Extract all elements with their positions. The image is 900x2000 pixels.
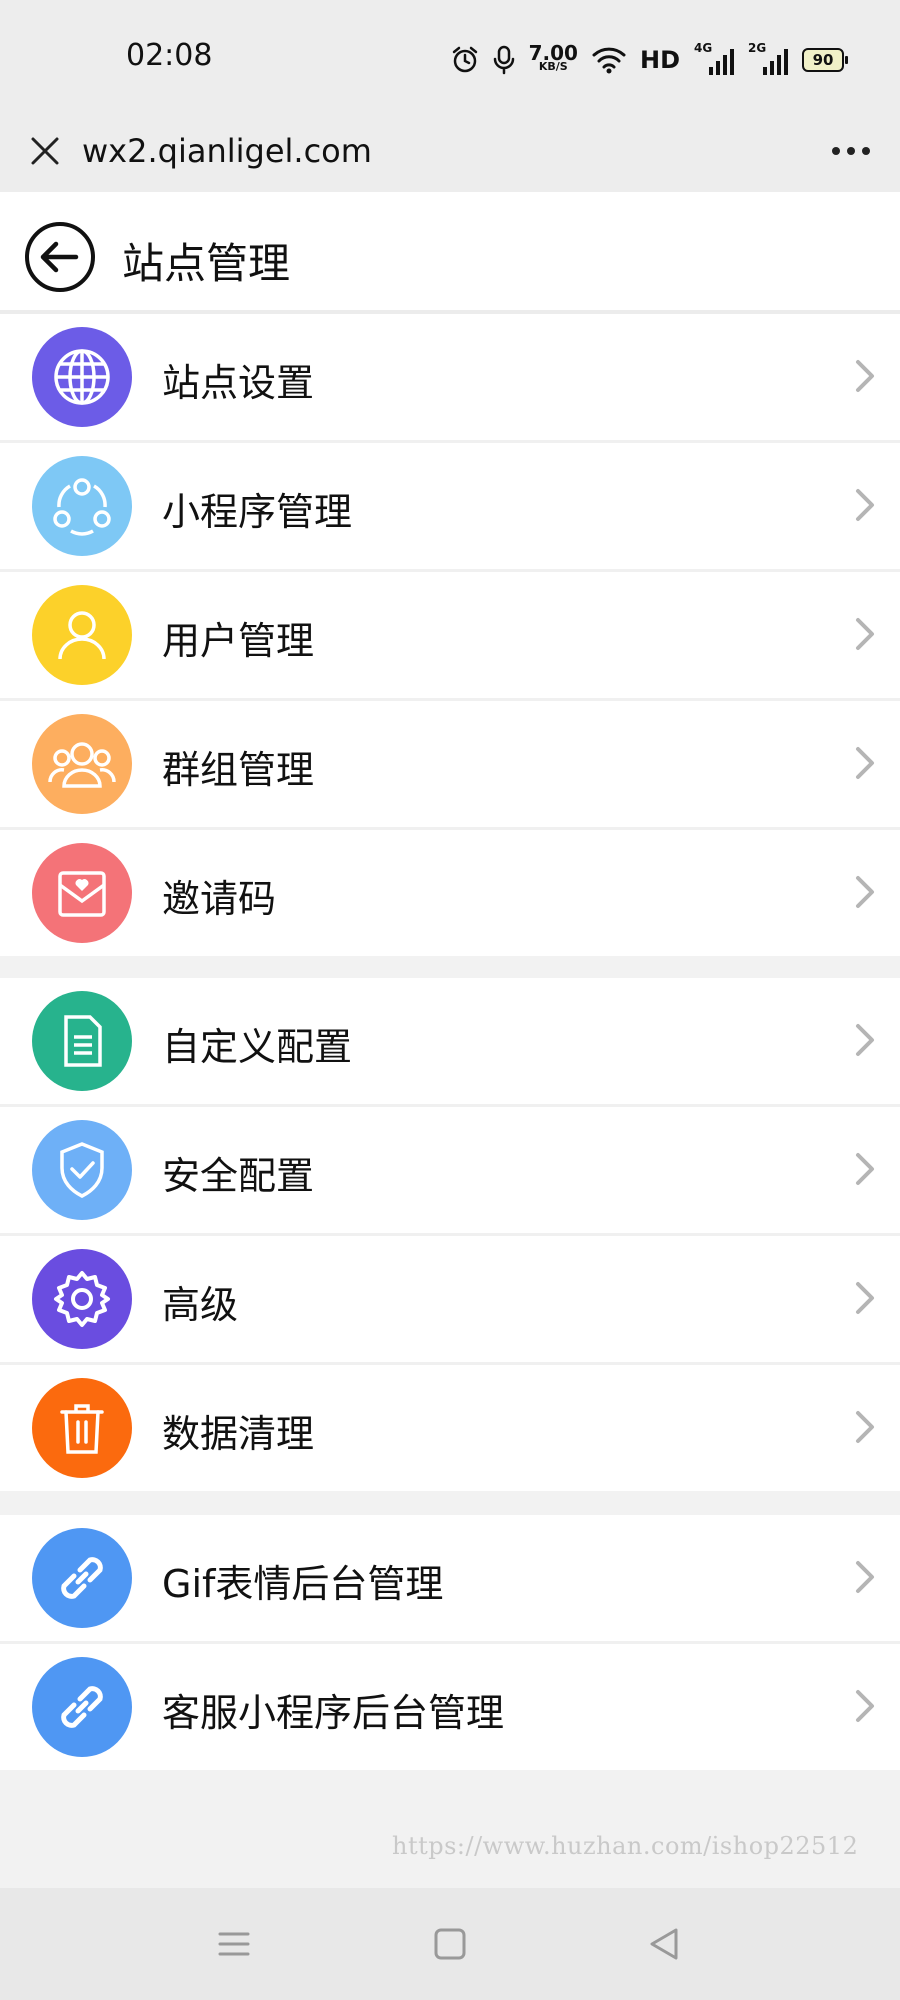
more-button[interactable] xyxy=(826,126,876,176)
chevron-right-icon xyxy=(856,360,874,392)
signal-sim2-icon: 2G xyxy=(748,41,788,75)
group-icon xyxy=(32,714,132,814)
menu-item-data-cleanup[interactable]: 数据清理 xyxy=(0,1365,900,1491)
menu-item-security-config[interactable]: 安全配置 xyxy=(0,1107,900,1236)
menu-item-label: 安全配置 xyxy=(162,1154,315,1198)
chevron-right-icon xyxy=(856,747,874,779)
menu-item-group-management[interactable]: 群组管理 xyxy=(0,701,900,830)
watermark: https://www.huzhan.com/ishop22512 xyxy=(392,1832,859,1860)
page-header: 站点管理 xyxy=(0,192,900,314)
wifi-icon xyxy=(592,47,626,74)
trash-icon xyxy=(32,1378,132,1478)
status-bar: 02:08 7.00 KB/S HD 4G 2G 90 xyxy=(0,0,900,116)
browser-bar: wx2.qianligel.com xyxy=(0,116,900,192)
envelope-heart-icon xyxy=(32,843,132,943)
menu-item-cs-miniprogram-admin[interactable]: 客服小程序后台管理 xyxy=(0,1644,900,1770)
chevron-right-icon xyxy=(856,1690,874,1722)
net-speed-value: 7.00 xyxy=(528,41,578,65)
chevron-right-icon xyxy=(856,618,874,650)
menu-item-label: 数据清理 xyxy=(162,1412,315,1456)
chevron-right-icon xyxy=(856,876,874,908)
menu-item-invite-code[interactable]: 邀请码 xyxy=(0,830,900,956)
home-square-icon[interactable] xyxy=(428,1922,472,1966)
status-time: 02:08 xyxy=(126,38,213,73)
menu-item-label: 站点设置 xyxy=(162,361,315,405)
close-icon xyxy=(31,137,59,165)
menu-group-3: Gif表情后台管理 客服小程序后台管理 xyxy=(0,1515,900,1770)
microphone-icon xyxy=(493,45,514,75)
link-icon xyxy=(32,1528,132,1628)
signal-sim1-icon: 4G xyxy=(694,41,734,75)
net-speed: 7.00 KB/S xyxy=(528,41,578,74)
menu-item-site-settings[interactable]: 站点设置 xyxy=(0,314,900,443)
menu-item-custom-config[interactable]: 自定义配置 xyxy=(0,978,900,1107)
menu-icon[interactable] xyxy=(212,1922,256,1966)
menu-item-advanced[interactable]: 高级 xyxy=(0,1236,900,1365)
user-icon xyxy=(32,585,132,685)
menu-item-miniprogram[interactable]: 小程序管理 xyxy=(0,443,900,572)
page-url: wx2.qianligel.com xyxy=(82,132,372,170)
close-button[interactable] xyxy=(20,126,70,176)
back-arrow-icon[interactable] xyxy=(24,221,96,293)
system-nav-bar xyxy=(0,1888,900,2000)
link-icon xyxy=(32,1657,132,1757)
menu-item-user-management[interactable]: 用户管理 xyxy=(0,572,900,701)
chevron-right-icon xyxy=(856,1561,874,1593)
menu-item-label: 高级 xyxy=(162,1283,239,1327)
menu-item-label: 群组管理 xyxy=(162,748,315,792)
chevron-right-icon xyxy=(856,1282,874,1314)
chevron-right-icon xyxy=(856,1153,874,1185)
document-icon xyxy=(32,991,132,1091)
net-speed-unit: KB/S xyxy=(538,60,568,73)
menu-item-label: 小程序管理 xyxy=(162,490,353,534)
menu-item-label: 客服小程序后台管理 xyxy=(162,1691,505,1735)
globe-icon xyxy=(32,327,132,427)
back-triangle-icon[interactable] xyxy=(642,1922,686,1966)
chevron-right-icon xyxy=(856,1024,874,1056)
chevron-right-icon xyxy=(856,489,874,521)
menu-item-label: 邀请码 xyxy=(162,877,277,921)
status-icons: 7.00 KB/S HD 4G 2G 90 xyxy=(451,40,848,80)
menu-item-gif-admin[interactable]: Gif表情后台管理 xyxy=(0,1515,900,1644)
gear-icon xyxy=(32,1249,132,1349)
more-icon xyxy=(832,147,870,155)
share-nodes-icon xyxy=(32,456,132,556)
menu-group-1: 站点设置 小程序管理 用户管理 群组管理 邀请码 xyxy=(0,314,900,956)
menu-item-label: Gif表情后台管理 xyxy=(162,1562,444,1606)
hd-label: HD xyxy=(639,46,680,74)
menu-group-2: 自定义配置 安全配置 高级 数据清理 xyxy=(0,978,900,1491)
shield-check-icon xyxy=(32,1120,132,1220)
chevron-right-icon xyxy=(856,1411,874,1443)
menu-item-label: 自定义配置 xyxy=(162,1025,353,1069)
page-title: 站点管理 xyxy=(122,239,291,288)
battery-indicator: 90 xyxy=(802,48,848,72)
alarm-icon xyxy=(452,46,477,73)
menu-item-label: 用户管理 xyxy=(162,619,315,663)
